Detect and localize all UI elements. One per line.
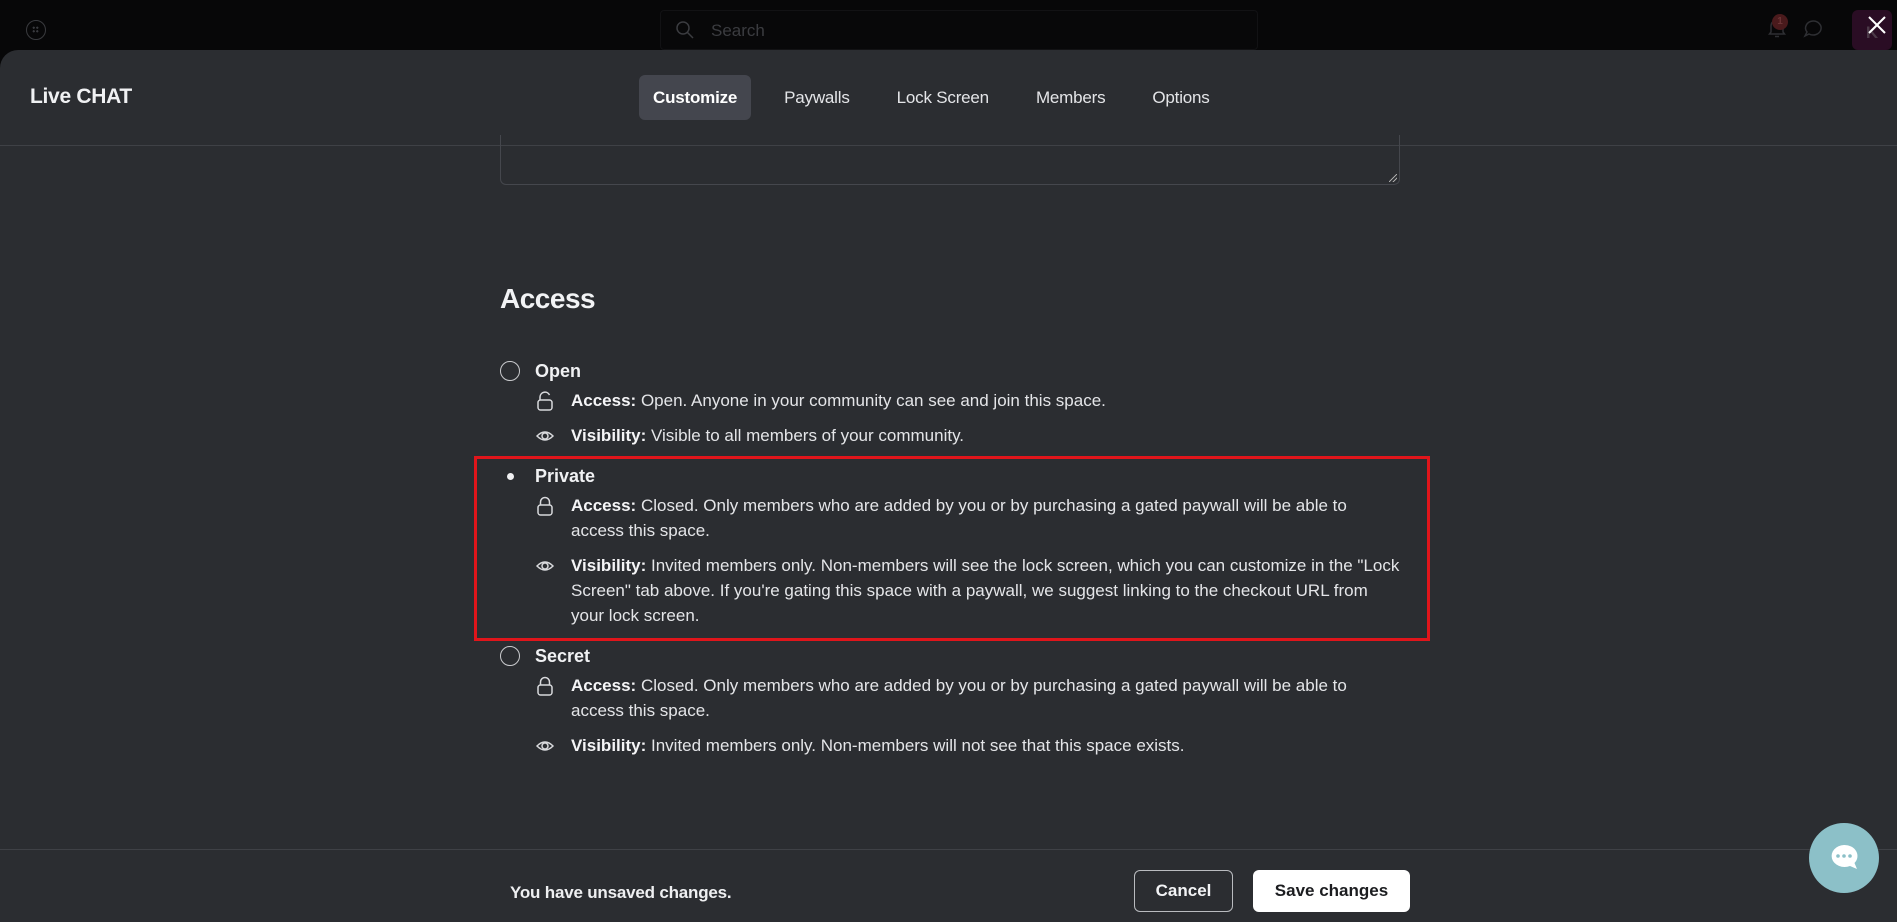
visibility-text: Invited members only. Non-members will n…: [646, 736, 1185, 755]
option-label: Private: [535, 465, 596, 486]
unsaved-changes-message: You have unsaved changes.: [510, 883, 732, 902]
visibility-detail: Visibility: Invited members only. Non-me…: [536, 553, 1400, 628]
radio-open[interactable]: Open: [500, 359, 1400, 383]
space-title: Live CHAT: [30, 85, 132, 108]
visibility-label: Visibility:: [571, 556, 647, 575]
radio-selected-icon[interactable]: [500, 466, 520, 486]
tab-options[interactable]: Options: [1138, 75, 1223, 120]
visibility-label: Visibility:: [571, 426, 647, 445]
access-text: Closed. Only members who are added by yo…: [571, 496, 1347, 540]
access-label: Access:: [571, 676, 637, 695]
cancel-button[interactable]: Cancel: [1134, 870, 1233, 912]
description-textarea[interactable]: [500, 135, 1400, 185]
radio-unselected-icon[interactable]: [500, 361, 520, 381]
unlock-icon: [537, 391, 553, 411]
tab-lock-screen[interactable]: Lock Screen: [883, 75, 1003, 120]
app-topbar: 1 K: [0, 0, 1897, 52]
settings-tabs: Customize Paywalls Lock Screen Members O…: [639, 75, 1243, 120]
notification-count-badge: 1: [1772, 14, 1788, 30]
chat-bubble-icon: [1831, 844, 1858, 869]
search-icon: [676, 21, 694, 39]
option-label: Open: [535, 360, 582, 381]
access-description: Access: Closed. Only members who are add…: [571, 673, 1400, 723]
settings-content: Access Open Access: Open. Anyone in your…: [0, 135, 1897, 847]
access-label: Access:: [571, 496, 637, 515]
access-text: Open. Anyone in your community can see a…: [636, 391, 1106, 410]
lock-icon: [537, 676, 553, 696]
visibility-description: Visibility: Invited members only. Non-me…: [571, 553, 1400, 628]
access-label: Access:: [571, 391, 637, 410]
access-description: Access: Closed. Only members who are add…: [571, 493, 1400, 543]
modal-header: Live CHAT Customize Paywalls Lock Screen…: [0, 50, 1897, 146]
eye-icon: [536, 741, 554, 751]
radio-private[interactable]: Private: [500, 464, 1400, 488]
access-detail: Access: Open. Anyone in your community c…: [536, 388, 1400, 413]
visibility-text: Visible to all members of your community…: [646, 426, 965, 445]
eye-icon: [536, 431, 554, 441]
radio-secret[interactable]: Secret: [500, 644, 1400, 668]
access-option-private: Private Access: Closed. Only members who…: [500, 464, 1400, 628]
close-modal-button[interactable]: [1864, 12, 1890, 38]
access-description: Access: Open. Anyone in your community c…: [571, 388, 1400, 413]
visibility-description: Visibility: Invited members only. Non-me…: [571, 733, 1400, 758]
access-option-open: Open Access: Open. Anyone in your commun…: [500, 359, 1400, 448]
radio-unselected-icon[interactable]: [500, 646, 520, 666]
tab-customize[interactable]: Customize: [639, 75, 752, 120]
visibility-text: Invited members only. Non-members will s…: [571, 556, 1400, 625]
space-settings-modal: Live CHAT Customize Paywalls Lock Screen…: [0, 50, 1897, 922]
messages-icon[interactable]: [1802, 18, 1824, 40]
access-option-secret: Secret Access: Closed. Only members who …: [500, 644, 1400, 758]
help-chat-button[interactable]: [1809, 823, 1879, 893]
access-section-title: Access: [500, 283, 596, 314]
save-changes-button[interactable]: Save changes: [1253, 870, 1410, 912]
apps-grid-icon[interactable]: [26, 20, 46, 40]
search-box[interactable]: [660, 10, 1258, 50]
eye-icon: [536, 561, 554, 571]
resize-handle-icon[interactable]: [1389, 174, 1397, 182]
visibility-detail: Visibility: Invited members only. Non-me…: [536, 733, 1400, 758]
search-input[interactable]: [711, 19, 1211, 43]
option-label: Secret: [535, 645, 591, 666]
access-text: Closed. Only members who are added by yo…: [571, 676, 1347, 720]
unsaved-changes-bar: You have unsaved changes. Cancel Save ch…: [0, 849, 1897, 922]
access-detail: Access: Closed. Only members who are add…: [536, 673, 1400, 723]
tab-paywalls[interactable]: Paywalls: [770, 75, 863, 120]
visibility-description: Visibility: Visible to all members of yo…: [571, 423, 1400, 448]
visibility-detail: Visibility: Visible to all members of yo…: [536, 423, 1400, 448]
tab-members[interactable]: Members: [1022, 75, 1119, 120]
lock-icon: [537, 496, 553, 516]
access-detail: Access: Closed. Only members who are add…: [536, 493, 1400, 543]
visibility-label: Visibility:: [571, 736, 647, 755]
